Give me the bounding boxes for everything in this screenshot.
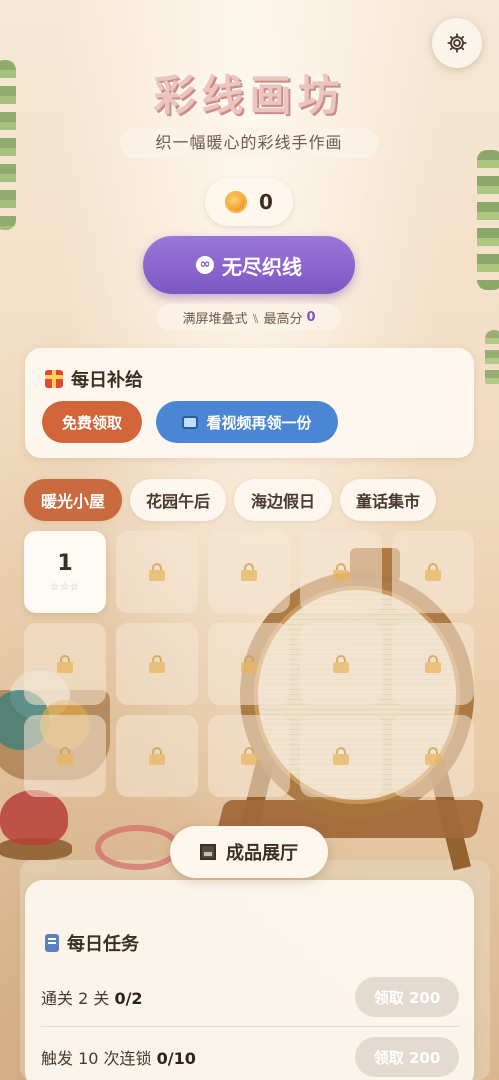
lock-icon [241,747,257,765]
locked-level-cell[interactable] [116,715,198,797]
gear-icon [447,33,467,53]
lock-icon [241,563,257,581]
daily-supply-header: 每日补给 [45,366,143,392]
coin-balance: 0 [205,178,293,226]
locked-level-cell[interactable] [208,715,290,797]
coin-count: 0 [259,190,273,214]
watch-video-claim-button[interactable]: 看视频再领一份 [156,401,338,443]
lock-icon [333,563,349,581]
locked-level-cell[interactable] [300,531,382,613]
locked-level-cell[interactable] [392,623,474,705]
lock-icon [57,747,73,765]
vine-decoration-right-lower [485,330,499,390]
tab-label: 童话集市 [355,492,420,511]
tab-label: 花园午后 [145,492,210,511]
tab-chapter-1[interactable]: 暖光小屋 [24,479,122,521]
locked-level-cell[interactable] [392,531,474,613]
lock-icon [333,655,349,673]
daily-tasks-card: 每日任务 通关 2 关 0/2 领取 200 触发 10 次连锁 0/10 领取… [25,880,474,1080]
locked-level-cell[interactable] [24,623,106,705]
lock-icon [149,747,165,765]
game-subtitle: 织一幅暖心的彩线手作画 [120,128,378,158]
tab-label: 暖光小屋 [40,492,105,511]
locked-level-cell[interactable] [116,531,198,613]
locked-level-cell[interactable] [208,531,290,613]
lock-icon [425,747,441,765]
task-description: 通关 2 关 [41,989,110,1008]
locked-level-cell[interactable] [300,623,382,705]
divider [41,1026,459,1027]
level-grid: 1 ☆☆☆ [24,531,476,801]
endless-mode-button[interactable]: ∞ 无尽织线 [143,236,355,294]
task-claim-button[interactable]: 领取 200 [355,1037,459,1077]
lock-icon [149,655,165,673]
lock-icon [425,563,441,581]
task-label: 触发 10 次连锁 0/10 [41,1045,196,1069]
scroll-icon [45,934,59,952]
task-row: 触发 10 次连锁 0/10 领取 200 [41,1034,459,1080]
tab-chapter-3[interactable]: 海边假日 [234,479,332,521]
daily-tasks-title: 每日任务 [67,934,139,955]
endless-mode-info: 满屏堆叠式 ⑊ 最高分 0 [157,304,341,330]
tab-label: 海边假日 [250,492,315,511]
task-description: 触发 10 次连锁 [41,1049,152,1068]
lock-icon [333,747,349,765]
locked-level-cell[interactable] [208,623,290,705]
endless-mode-text: 满屏堆叠式 ⑊ 最高分 [182,311,303,327]
best-score: 0 [306,309,316,325]
infinity-icon: ∞ [196,256,214,274]
tab-chapter-4[interactable]: 童话集市 [340,479,436,521]
lock-icon [57,655,73,673]
claim-label: 领取 200 [373,988,441,1007]
task-progress: 0/2 [114,989,143,1008]
watch-video-label: 看视频再领一份 [206,413,312,432]
task-row: 通关 2 关 0/2 领取 200 [41,974,459,1020]
lock-icon [149,563,165,581]
frame-icon [200,844,216,860]
gallery-label: 成品展厅 [226,843,298,864]
gallery-button[interactable]: 成品展厅 [170,826,328,878]
vine-decoration-right [477,150,499,290]
locked-level-cell[interactable] [300,715,382,797]
game-title: 彩线画坊 [153,71,346,120]
level-cell-1[interactable]: 1 ☆☆☆ [24,531,106,613]
claim-label: 领取 200 [373,1048,441,1067]
daily-supply-card: 每日补给 免费领取 看视频再领一份 [25,348,474,458]
gift-icon [45,370,63,388]
free-claim-label: 免费领取 [61,413,122,432]
locked-level-cell[interactable] [24,715,106,797]
task-claim-button[interactable]: 领取 200 [355,977,459,1017]
lock-icon [425,655,441,673]
task-progress: 0/10 [156,1049,196,1068]
level-stars: ☆☆☆ [50,582,80,593]
locked-level-cell[interactable] [116,623,198,705]
lock-icon [241,655,257,673]
tv-icon [182,415,199,429]
daily-supply-title: 每日补给 [71,370,143,391]
thread-decoration [95,825,180,870]
coin-icon [225,191,248,213]
endless-mode-label: 无尽织线 [222,254,302,279]
task-label: 通关 2 关 0/2 [41,985,143,1009]
settings-button[interactable] [432,18,482,68]
level-number: 1 [57,551,73,576]
tab-chapter-2[interactable]: 花园午后 [130,479,226,521]
daily-tasks-header: 每日任务 [45,930,139,956]
free-claim-button[interactable]: 免费领取 [42,401,142,443]
locked-level-cell[interactable] [392,715,474,797]
